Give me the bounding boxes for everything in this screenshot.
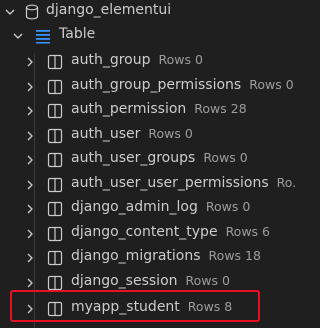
row-count: Rows 6 — [225, 224, 270, 239]
table-row[interactable]: auth_group Rows 0 — [0, 49, 296, 74]
table-icon — [47, 128, 63, 144]
table-name: django_session Rows 0 — [71, 273, 230, 289]
table-icon — [47, 152, 63, 168]
table-icon — [47, 250, 63, 266]
table-icon — [47, 103, 63, 119]
table-icon — [47, 79, 63, 95]
table-row[interactable]: auth_user Rows 0 — [0, 123, 296, 148]
table-name: auth_user_groups Rows 0 — [71, 150, 248, 166]
connection-row[interactable]: django_elementui — [0, 0, 296, 25]
table-icon — [47, 201, 63, 217]
row-count: Ro... — [276, 175, 296, 190]
row-count: Rows 0 — [185, 273, 230, 288]
chevron-right-icon[interactable] — [24, 154, 36, 166]
table-group-row[interactable]: Table — [0, 24, 296, 49]
chevron-down-icon[interactable] — [4, 6, 16, 18]
table-name: auth_group_permissions Rows 0 — [71, 77, 294, 93]
row-count: Rows 0 — [205, 199, 251, 214]
table-icon — [47, 54, 63, 70]
table-row[interactable]: django_admin_log Rows 0 — [0, 196, 296, 221]
row-count: Rows 0 — [249, 77, 294, 92]
row-count: Rows 0 — [203, 150, 248, 165]
table-row[interactable]: auth_user_groups Rows 0 — [0, 147, 296, 172]
table-icon — [47, 275, 63, 291]
chevron-right-icon[interactable] — [24, 277, 36, 289]
table-row[interactable]: django_migrations Rows 18 — [0, 245, 296, 270]
table-row[interactable]: auth_group_permissions Rows 0 — [0, 74, 296, 99]
list-icon — [35, 28, 51, 44]
row-count: Rows 28 — [194, 101, 247, 116]
table-name: auth_user Rows 0 — [71, 126, 193, 142]
table-name: auth_group Rows 0 — [71, 52, 203, 68]
chevron-down-icon[interactable] — [12, 30, 24, 42]
table-name: auth_permission Rows 28 — [71, 101, 247, 117]
table-name: django_migrations Rows 18 — [71, 248, 261, 264]
selection-highlight-box — [10, 290, 260, 322]
chevron-right-icon[interactable] — [24, 179, 36, 191]
table-name: django_admin_log Rows 0 — [71, 199, 251, 215]
connection-name: django_elementui — [46, 2, 172, 18]
database-explorer-tree: django_elementui Table auth_groupRows 0 — [0, 0, 296, 328]
chevron-right-icon[interactable] — [24, 56, 36, 68]
chevron-right-icon[interactable] — [24, 252, 36, 264]
table-row[interactable]: django_content_type Rows 6 — [0, 221, 296, 246]
row-count: Rows 0 — [158, 52, 203, 67]
table-name: django_content_type Rows 6 — [71, 224, 270, 240]
table-icon — [47, 226, 63, 242]
table-group-label: Table — [59, 26, 96, 42]
table-icon — [47, 177, 63, 193]
chevron-right-icon[interactable] — [24, 81, 36, 93]
row-count: Rows 0 — [148, 126, 193, 141]
table-name: auth_user_user_permissionsRo... — [71, 175, 296, 191]
database-icon — [24, 4, 40, 20]
chevron-right-icon[interactable] — [24, 228, 36, 240]
chevron-right-icon[interactable] — [24, 130, 36, 142]
row-count: Rows 18 — [208, 248, 261, 263]
table-row[interactable]: auth_user_user_permissionsRo... — [0, 172, 296, 197]
chevron-right-icon[interactable] — [24, 105, 36, 117]
table-row[interactable]: auth_permission Rows 28 — [0, 98, 296, 123]
chevron-right-icon[interactable] — [24, 203, 36, 215]
